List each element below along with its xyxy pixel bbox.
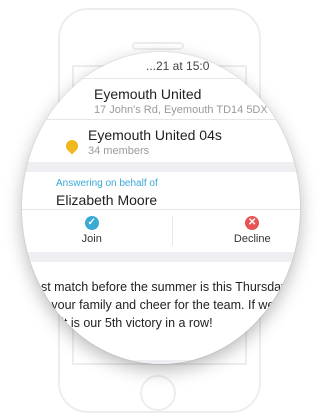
team-name: Eyemouth United <box>94 86 202 102</box>
group-row[interactable]: Eyemouth United 04s 34 members <box>22 120 300 162</box>
close-icon: ✕ <box>245 216 260 230</box>
section-gap <box>22 162 300 172</box>
team-address: 17 John's Rd, Eyemouth TD14 5DX <box>94 104 268 116</box>
section-gap <box>22 252 300 262</box>
group-marker-icon <box>63 137 81 155</box>
event-date-row: ...21 at 15:0 <box>22 52 300 78</box>
magnifier-lens: ...21 at 15:0 Eyemouth United 17 John's … <box>22 52 300 364</box>
message-line: atch it is our 5th victory in a row! <box>34 316 213 330</box>
behalf-label: Answering on behalf of <box>56 178 158 189</box>
message-line: ng your family and cheer for the team. I… <box>34 298 290 312</box>
response-actions: ✓ Join ✕ Decline <box>22 210 300 252</box>
behalf-row[interactable]: Answering on behalf of Elizabeth Moore <box>22 172 300 209</box>
phone-home-button <box>140 375 176 411</box>
group-member-count: 34 members <box>88 145 150 157</box>
check-icon: ✓ <box>84 216 99 230</box>
event-detail-view: ...21 at 15:0 Eyemouth United 17 John's … <box>22 52 300 364</box>
decline-label: Decline <box>233 233 271 245</box>
join-label: Join <box>81 233 102 245</box>
behalf-person: Elizabeth Moore <box>56 192 158 208</box>
event-date-text: ...21 at 15:0 <box>146 59 210 73</box>
bottom-section <box>22 360 300 364</box>
group-name: Eyemouth United 04s <box>88 127 222 143</box>
decline-button[interactable]: ✕ Decline <box>173 210 301 252</box>
event-message: ast match before the summer is this Thur… <box>22 262 300 360</box>
message-line: ast match before the summer is this Thur… <box>34 280 290 294</box>
phone-speaker <box>132 42 184 50</box>
join-button[interactable]: ✓ Join <box>22 210 172 252</box>
team-row[interactable]: Eyemouth United 17 John's Rd, Eyemouth T… <box>22 79 300 119</box>
